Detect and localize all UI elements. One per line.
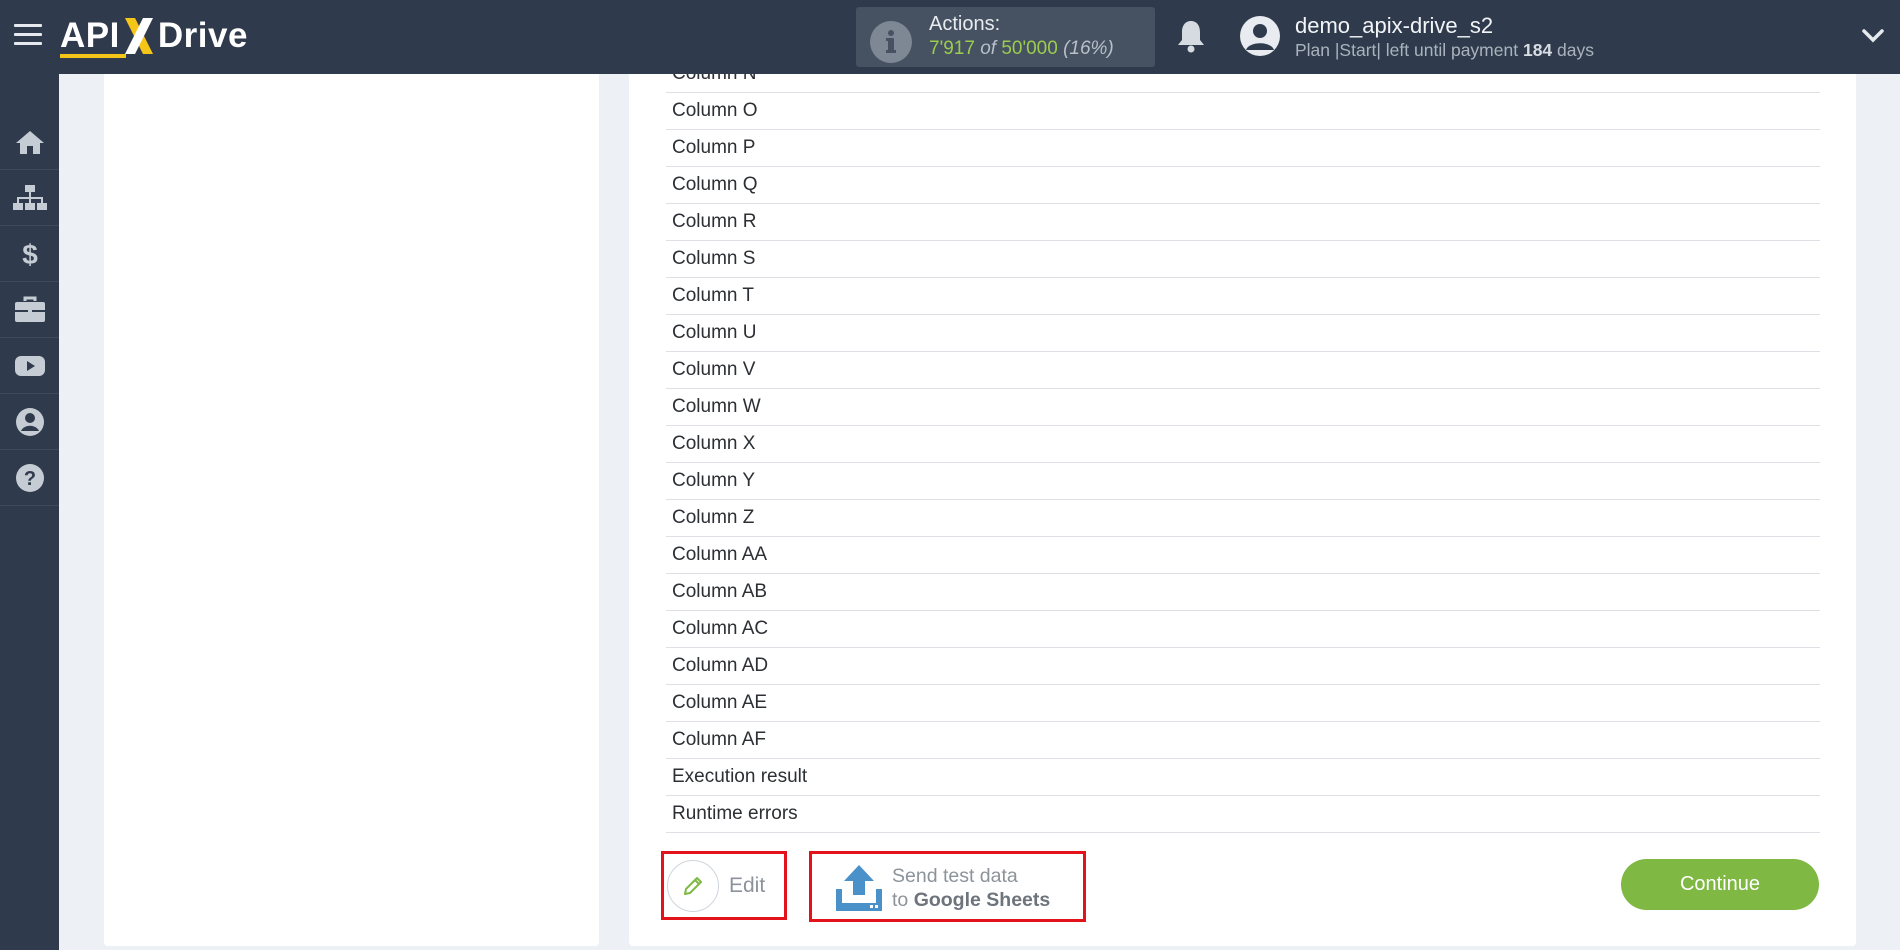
edit-icon-circle [667, 859, 719, 912]
plan-info: Plan |Start| left until payment 184 days [1295, 40, 1594, 61]
main-panel: Column N Column O Column P Column Q Colu… [629, 74, 1856, 946]
svg-text:$: $ [22, 239, 38, 269]
top-bar: API Drive Actions: 7'917 of 50'000 (16%) [0, 0, 1900, 74]
plan-prefix: Plan |Start| left until payment [1295, 40, 1519, 60]
list-item: Column T [666, 278, 1820, 315]
list-item: Column N [666, 74, 1820, 93]
svg-text:?: ? [23, 468, 35, 490]
user-icon [15, 407, 44, 436]
actions-used: 7'917 [929, 38, 975, 59]
sidebar: $ ? [0, 74, 59, 950]
sidebar-item-portfolio[interactable] [0, 282, 59, 338]
avatar[interactable] [1240, 16, 1280, 56]
list-item: Execution result [666, 759, 1820, 796]
actions-percent: (16%) [1063, 38, 1114, 59]
actions-usage: 7'917 of 50'000 (16%) [929, 38, 1114, 60]
edit-label: Edit [729, 873, 766, 897]
list-item: Column AC [666, 611, 1820, 648]
sidebar-item-account[interactable] [0, 394, 59, 450]
youtube-icon [14, 355, 45, 376]
chevron-down-icon[interactable] [1862, 28, 1884, 44]
actions-title: Actions: [929, 13, 1001, 35]
pencil-icon [684, 876, 702, 895]
plan-suffix: days [1557, 40, 1595, 60]
menu-icon[interactable] [14, 24, 42, 48]
list-item: Column V [666, 352, 1820, 389]
list-item: Column AE [666, 685, 1820, 722]
list-item: Column AA [666, 537, 1820, 574]
upload-icon [836, 865, 882, 911]
list-item: Column S [666, 241, 1820, 278]
actions-total: 50'000 [1001, 38, 1058, 59]
info-icon [870, 21, 912, 63]
left-panel [104, 74, 599, 946]
dollar-icon: $ [22, 239, 38, 269]
help-icon: ? [15, 463, 44, 492]
edit-button[interactable]: Edit [661, 851, 787, 920]
send-label-line2: to Google Sheets [892, 889, 1050, 912]
sidebar-item-help[interactable]: ? [0, 450, 59, 506]
sitemap-icon [12, 184, 47, 210]
sidebar-item-home[interactable] [0, 114, 59, 170]
apixdrive-logo[interactable]: API Drive [60, 14, 248, 58]
list-item: Column Z [666, 500, 1820, 537]
list-item: Column AF [666, 722, 1820, 759]
field-list: Column N Column O Column P Column Q Colu… [666, 74, 1820, 833]
logo-text-api: API [60, 16, 126, 58]
plan-days: 184 [1522, 40, 1553, 60]
actions-counter: Actions: 7'917 of 50'000 (16%) [856, 7, 1155, 67]
home-icon [15, 130, 44, 154]
logo-text-drive: Drive [157, 16, 248, 55]
list-item: Column X [666, 426, 1820, 463]
logo-x-icon [124, 18, 153, 54]
send-test-data-button[interactable]: Send test data to Google Sheets [809, 851, 1086, 922]
list-item: Column R [666, 204, 1820, 241]
sidebar-item-connections[interactable] [0, 170, 59, 226]
list-item: Runtime errors [666, 796, 1820, 833]
user-name[interactable]: demo_apix-drive_s2 [1295, 13, 1493, 39]
briefcase-icon [14, 296, 45, 322]
list-item: Column AB [666, 574, 1820, 611]
list-item: Column Y [666, 463, 1820, 500]
list-item: Column P [666, 130, 1820, 167]
list-item: Column Q [666, 167, 1820, 204]
send-label-target: Google Sheets [913, 889, 1051, 911]
sidebar-item-billing[interactable]: $ [0, 226, 59, 282]
continue-button[interactable]: Continue [1621, 859, 1819, 910]
list-item: Column U [666, 315, 1820, 352]
send-label-prefix: to [892, 889, 909, 911]
bell-icon[interactable] [1176, 18, 1206, 54]
send-label-line1: Send test data [892, 865, 1018, 887]
list-item: Column W [666, 389, 1820, 426]
list-item: Column O [666, 93, 1820, 130]
list-item: Column AD [666, 648, 1820, 685]
actions-of: of [980, 38, 997, 59]
sidebar-item-video[interactable] [0, 338, 59, 394]
